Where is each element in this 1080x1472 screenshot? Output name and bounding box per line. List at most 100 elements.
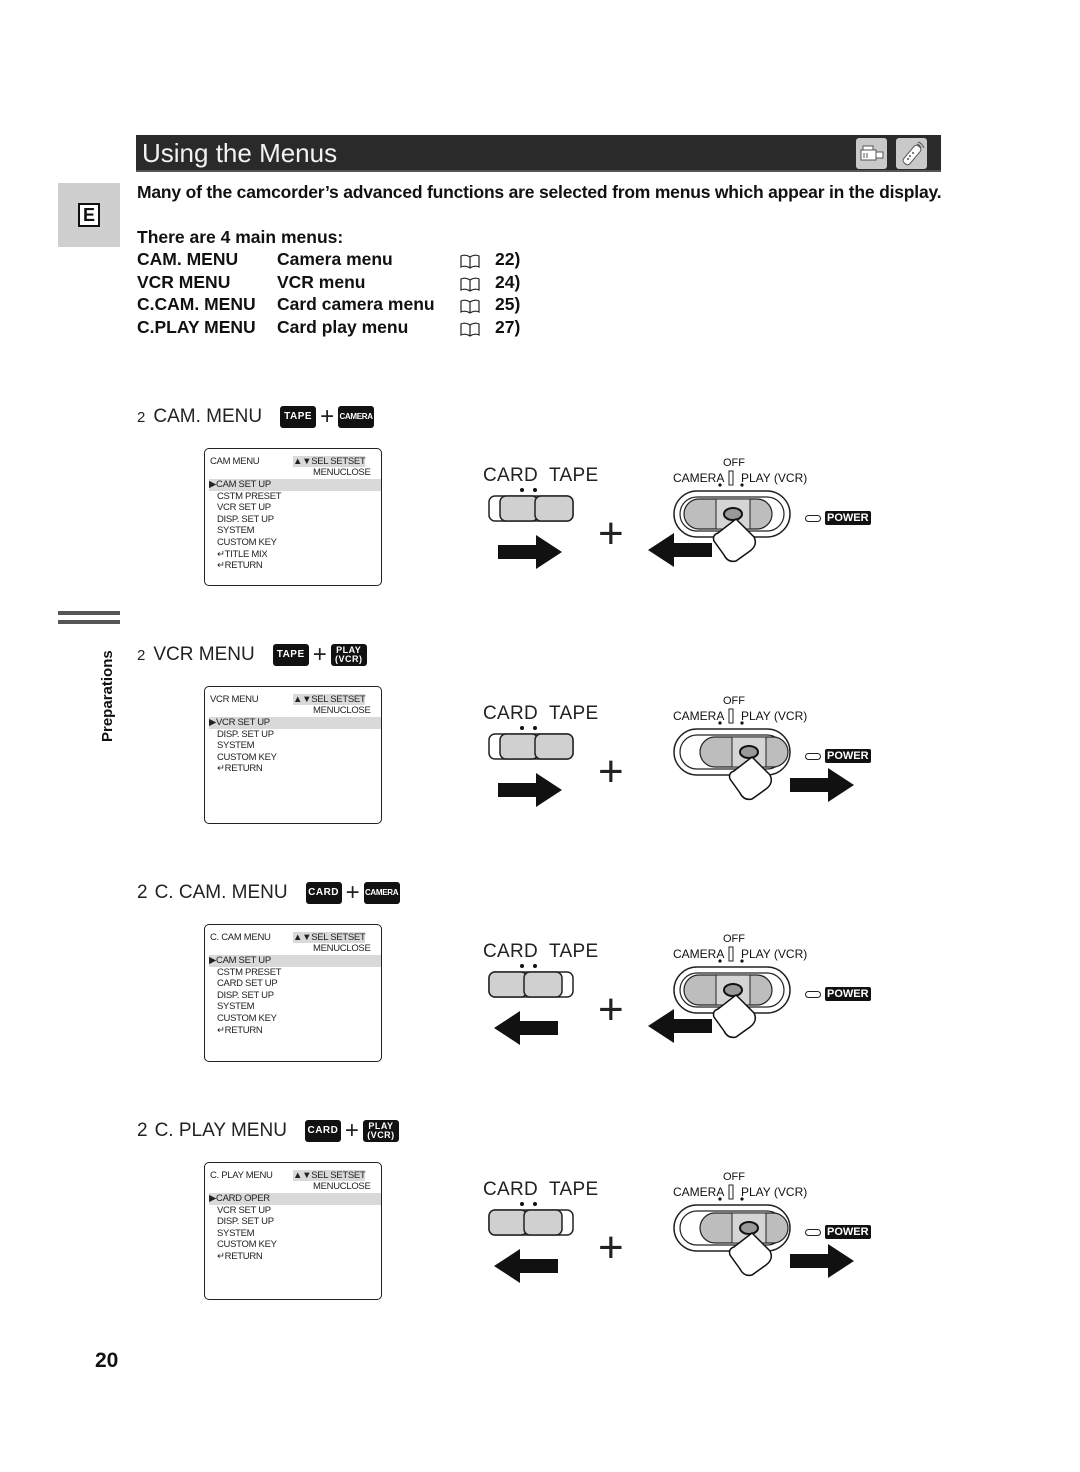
screen-menu-list: ▶CARD OPER VCR SET UP DISP. SET UP SYSTEM CU… [209, 1193, 381, 1263]
screen-menu-list: ▶VCR SET UP DISP. SET UP SYSTEM CUSTOM KEY ↵… [209, 717, 381, 775]
screen-menu-item[interactable]: CUSTOM KEY [209, 1239, 381, 1251]
power-badge: PLAY (VCR) [330, 644, 367, 666]
page-title: Using the Menus [142, 138, 338, 168]
off-label: OFF [723, 457, 745, 469]
screen-menu-item[interactable]: SYSTEM [209, 1001, 381, 1013]
screen-menu-list: ▶CAM SET UP CSTM PRESET VCR SET UP DISP. SE… [209, 479, 381, 572]
off-label: OFF [723, 1171, 745, 1183]
menu-row: CAM. MENU Camera menu 22) [137, 249, 520, 272]
power-indicator: POWER [805, 511, 871, 525]
screen-nav-hint: ▲▼SEL SETSET [293, 932, 366, 943]
badge-line: CAMERA [364, 888, 399, 897]
menu-name: C.PLAY MENU [137, 316, 256, 337]
power-label: POWER [825, 1225, 871, 1239]
mode-badge: TAPE [280, 406, 317, 428]
screen-menu-item[interactable]: SYSTEM [209, 1228, 381, 1240]
card-tape-switch[interactable] [480, 1199, 580, 1239]
screen-menu-item[interactable]: CUSTOM KEY [209, 752, 381, 764]
tape-label: TAPE [549, 941, 599, 962]
step-number: 2 [137, 1120, 148, 1141]
power-lamp-icon [805, 514, 821, 522]
screen-close-hint: MENUCLOSE [313, 1181, 371, 1192]
power-dial[interactable] [670, 707, 800, 817]
screen-menu-item[interactable]: DISP. SET UP [209, 514, 381, 526]
arrow-left-icon [494, 1249, 560, 1290]
screen-menu-item[interactable]: ↵RETURN [209, 1251, 381, 1263]
screen-menu-item[interactable]: ↵RETURN [209, 763, 381, 775]
screen-menu-item[interactable]: CSTM PRESET [209, 967, 381, 979]
language-tab: E [58, 183, 120, 247]
intro-text: Many of the camcorder’s advanced functio… [137, 182, 942, 202]
plus-sign: + [320, 403, 335, 430]
step-number: 2 [137, 408, 146, 426]
menu-name: CAM. MENU [137, 249, 239, 269]
screen-menu-item[interactable]: SYSTEM [209, 525, 381, 537]
power-lamp-icon [805, 752, 821, 760]
screen-menu-item[interactable]: DISP. SET UP [209, 1216, 381, 1228]
power-lamp-icon [805, 990, 821, 998]
off-label: OFF [723, 933, 745, 945]
screen-menu-item[interactable]: ▶CAM SET UP [209, 479, 381, 491]
screen-menu-item[interactable]: ↵RETURN [209, 1025, 381, 1037]
switch-diagram: CARD TAPE + OFF CAMERA PLAY (VCR) POWER [480, 1171, 880, 1306]
screen-menu-item[interactable]: ↵TITLE MIX [209, 549, 381, 561]
menu-description: VCR menu [277, 271, 366, 292]
arrow-left-icon [494, 1011, 560, 1052]
screen-close-hint: MENUCLOSE [313, 943, 371, 954]
card-tape-switch[interactable] [480, 723, 580, 763]
power-indicator: POWER [805, 1225, 871, 1239]
screen-menu-item[interactable]: CARD SET UP [209, 978, 381, 990]
switch-diagram: CARD TAPE + OFF CAMERA PLAY (VCR) POWER [480, 457, 880, 592]
card-label: CARD [483, 703, 539, 724]
main-menus-heading: There are 4 main menus: [137, 227, 344, 247]
section-menu-name: CAM. MENU [153, 406, 263, 427]
screen-nav-hint: ▲▼SEL SETSET [293, 694, 366, 705]
power-label: POWER [825, 511, 871, 525]
plus-sign: + [598, 1223, 624, 1272]
section-menu-name: C. CAM. MENU [154, 882, 288, 903]
power-badge: CAMERA [338, 406, 375, 428]
menu-description: Card camera menu [277, 294, 435, 315]
screen-menu-item[interactable]: ▶CARD OPER [209, 1193, 381, 1205]
mode-badge: CARD [305, 882, 342, 904]
book-icon [460, 321, 480, 337]
screen-menu-item[interactable]: CUSTOM KEY [209, 1013, 381, 1025]
card-tape-switch[interactable] [480, 961, 580, 1001]
screen-nav-hint: ▲▼SEL SETSET [293, 1170, 366, 1181]
screen-menu-item[interactable]: ↵RETURN [209, 560, 381, 572]
step-number: 2 [137, 646, 146, 664]
screen-menu-item[interactable]: VCR SET UP [209, 502, 381, 514]
power-label: POWER [825, 749, 871, 763]
arrow-right-icon [790, 1244, 856, 1285]
power-badge: PLAY (VCR) [362, 1120, 399, 1142]
card-tape-switch[interactable] [480, 485, 580, 525]
page-reference: 22) [495, 249, 521, 269]
screen-menu-item[interactable]: ▶VCR SET UP [209, 717, 381, 729]
screen-menu-item[interactable]: DISP. SET UP [209, 990, 381, 1002]
plus-sign: + [345, 879, 360, 906]
screen-title: C. CAM MENU [210, 932, 271, 943]
screen-menu-item[interactable]: DISP. SET UP [209, 729, 381, 741]
screen-menu-item[interactable]: CSTM PRESET [209, 491, 381, 503]
card-label: CARD [483, 465, 539, 486]
plus-sign: + [598, 509, 624, 558]
screen-menu-item[interactable]: CUSTOM KEY [209, 537, 381, 549]
arrow-right-icon [790, 768, 856, 809]
power-indicator: POWER [805, 987, 871, 1001]
power-dial[interactable] [670, 1183, 800, 1293]
screen-nav-hint: ▲▼SEL SETSET [293, 456, 366, 467]
arrow-left-icon [648, 533, 714, 574]
badge-line: CAMERA [339, 412, 373, 421]
menu-screen: CAM MENU ▲▼SEL SETSET MENUCLOSE ▶CAM SET… [204, 448, 382, 586]
plus-sign: + [598, 985, 624, 1034]
menu-description: Camera menu [277, 249, 393, 269]
menu-name: C.CAM. MENU [137, 294, 256, 315]
screen-menu-item[interactable]: SYSTEM [209, 740, 381, 752]
screen-menu-item[interactable]: VCR SET UP [209, 1205, 381, 1217]
arrow-right-icon [498, 773, 564, 814]
menu-row: C.PLAY MENU Card play menu 27) [137, 316, 520, 340]
menu-screen: C. PLAY MENU ▲▼SEL SETSET MENUCLOSE ▶CAR… [204, 1162, 382, 1300]
section-label: Preparations [99, 650, 116, 742]
screen-menu-item[interactable]: ▶CAM SET UP [209, 955, 381, 967]
page-reference: 24) [495, 271, 521, 292]
